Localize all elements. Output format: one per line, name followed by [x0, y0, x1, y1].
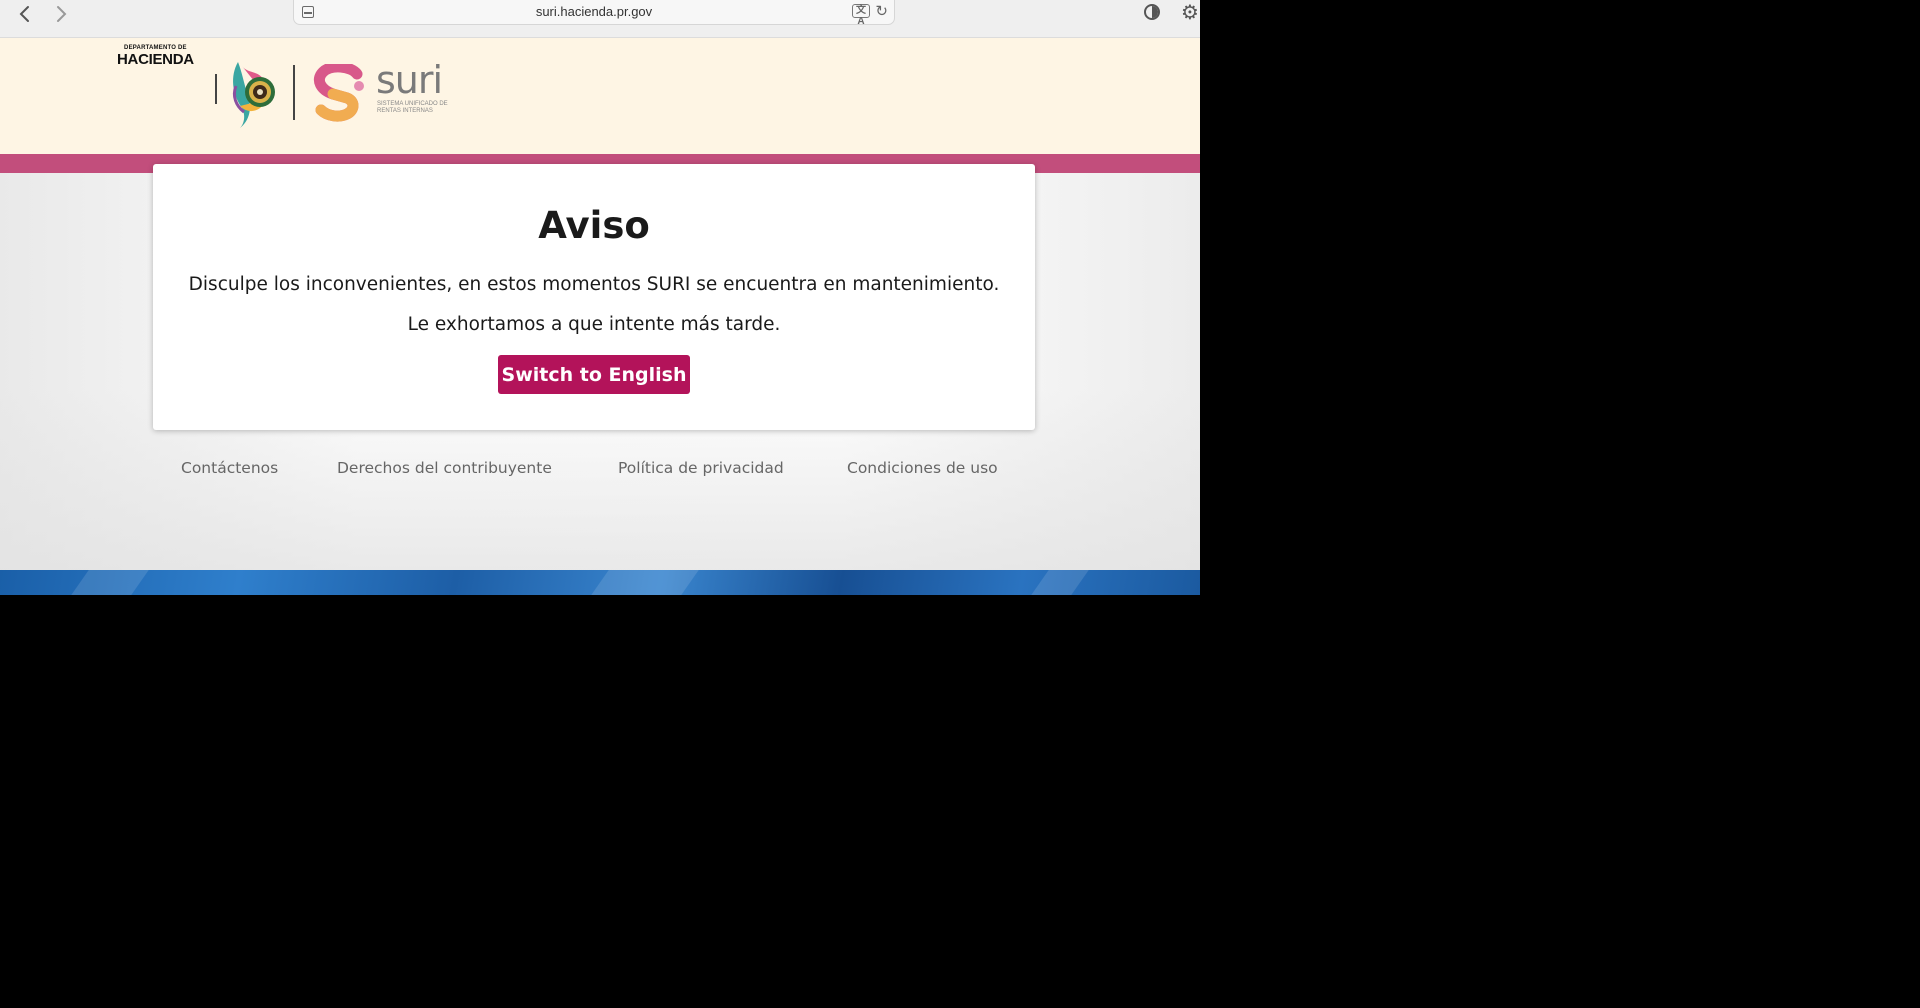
logo-divider — [215, 74, 217, 104]
hacienda-logo-text: HACIENDA — [117, 51, 194, 68]
blue-footer-band — [0, 570, 1200, 595]
notice-card: Aviso Disculpe los inconvenientes, en es… — [153, 164, 1035, 430]
footer-link-privacy-policy[interactable]: Política de privacidad — [618, 459, 784, 477]
footer-link-terms-of-use[interactable]: Condiciones de uso — [847, 459, 998, 477]
reload-icon[interactable]: ↻ — [875, 2, 888, 20]
logo-divider — [293, 65, 295, 120]
forward-button[interactable] — [50, 3, 72, 25]
translate-icon[interactable]: 文A — [852, 4, 870, 27]
suri-logo-text: suri — [376, 58, 443, 102]
chevron-right-icon — [57, 6, 67, 22]
puerto-rico-seal-icon — [232, 62, 275, 128]
notice-message: Disculpe los inconvenientes, en estos mo… — [188, 274, 1000, 295]
footer-link-contact[interactable]: Contáctenos — [181, 459, 278, 477]
browser-viewport: suri.hacienda.pr.gov 文A ↻ ⚙ DEPARTAMENTO… — [0, 0, 1200, 595]
switch-to-english-button[interactable]: Switch to English — [498, 355, 690, 394]
footer-links: Contáctenos Derechos del contribuyente P… — [0, 459, 1200, 481]
gear-icon[interactable]: ⚙ — [1181, 0, 1199, 24]
suri-logo[interactable]: suri SISTEMA UNIFICADO DE RENTAS INTERNA… — [311, 58, 461, 124]
footer-link-taxpayer-rights[interactable]: Derechos del contribuyente — [337, 459, 552, 477]
decorative-shard — [591, 570, 699, 595]
chevron-left-icon — [19, 6, 29, 22]
decorative-shard — [1031, 570, 1089, 595]
decorative-shard — [71, 570, 149, 595]
notice-title: Aviso — [538, 204, 650, 247]
suri-logo-subtitle: SISTEMA UNIFICADO DE RENTAS INTERNAS — [377, 101, 448, 114]
address-bar[interactable]: suri.hacienda.pr.gov 文A ↻ — [293, 0, 895, 27]
sidebar-toggle-icon[interactable] — [1144, 4, 1160, 20]
hacienda-logo[interactable]: DEPARTAMENTO DE HACIENDA — [117, 45, 194, 67]
suri-s-mark-icon — [313, 64, 364, 122]
notice-message-retry: Le exhortamos a que intente más tarde. — [407, 314, 781, 335]
back-button[interactable] — [14, 3, 36, 25]
address-url[interactable]: suri.hacienda.pr.gov — [294, 4, 894, 19]
browser-toolbar: suri.hacienda.pr.gov 文A ↻ ⚙ — [0, 0, 1200, 38]
